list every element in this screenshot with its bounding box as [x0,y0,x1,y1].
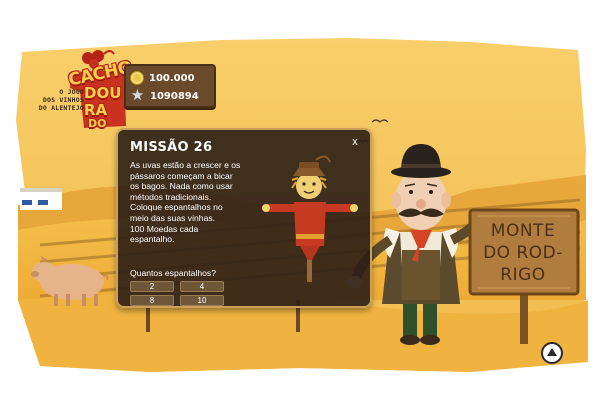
mission-text-line: métodos tradicionais. [130,191,212,202]
mission-text-line: os bagos. Nada como usar [130,181,233,192]
coins-value: 100.000 [149,72,195,84]
mission-description: As uvas estão a crescer e os pássaros co… [130,160,270,245]
scarecrow-options: 2 4 8 10 [130,281,224,306]
mission-text-line: meio das suas vinhas. [130,212,216,223]
mission-title: MISSÃO 26 [130,140,213,155]
scroll-up-button[interactable] [541,342,563,364]
up-arrow-icon [547,348,557,356]
logo-tagline-line: DO ALENTEJO [38,104,84,112]
coins-stat: 100.000 [130,69,195,87]
scarecrow-illustration [262,155,358,282]
mission-text-line: pássaros começam a bicar [130,170,233,181]
sign-line: MONTE [490,221,556,241]
option-2-button[interactable]: 2 [130,281,174,292]
option-10-button[interactable]: 10 [180,295,224,306]
game-stage: CACHO DOU RA DO O JOGO DOS VINHOS DO ALE… [0,0,600,400]
player-stats-panel: 100.000 ★ 1090894 [124,64,216,108]
coin-icon [130,71,144,85]
logo-word-dou: DOU [84,84,122,102]
close-icon: x [352,136,358,148]
xp-value: 1090894 [150,90,199,102]
logo-tagline-line: DOS VINHOS [42,96,84,104]
option-4-button[interactable]: 4 [180,281,224,292]
mission-text-line: Coloque espantalhos no [130,202,223,213]
mission-text-line: As uvas estão a crescer e os [130,160,241,170]
logo-tagline-line: O JOGO [59,88,84,96]
sign-line: RIGO [500,265,546,285]
farm-name-sign: MONTE DO ROD- RIGO [478,220,568,286]
game-logo: CACHO DOU RA DO O JOGO DOS VINHOS DO ALE… [28,48,134,130]
star-icon: ★ [130,86,145,104]
logo-tagline: O JOGO DOS VINHOS DO ALENTEJO [28,88,84,112]
option-8-button[interactable]: 8 [130,295,174,306]
mission-text-line: espantalho. [130,234,175,245]
sign-line: DO ROD- [483,243,563,263]
mission-text-line: 100 Moedas cada [130,223,199,234]
xp-stat: ★ 1090894 [130,87,199,105]
close-button[interactable]: x [348,135,362,149]
logo-word-do: DO [88,117,107,130]
scarecrow-question: Quantos espantalhos? [130,268,217,278]
